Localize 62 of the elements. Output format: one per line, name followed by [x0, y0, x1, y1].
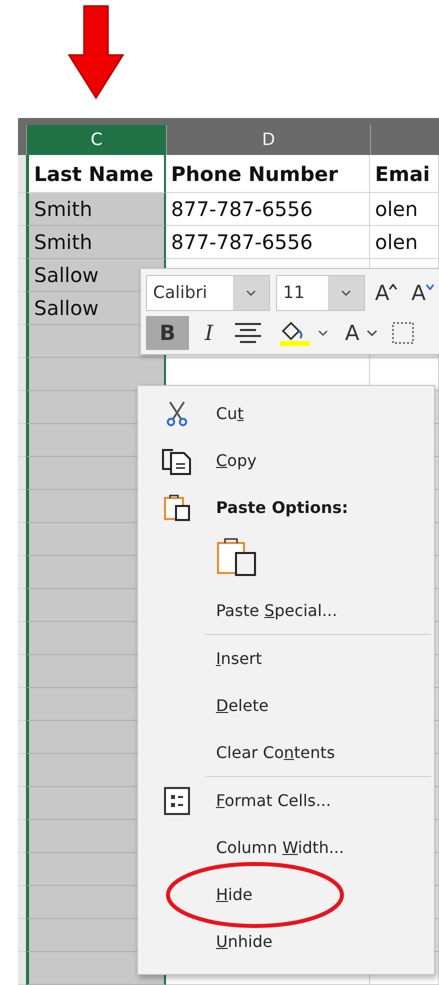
menu-item[interactable]: Cut — [216, 404, 244, 423]
row-header[interactable] — [18, 820, 26, 853]
row-header[interactable] — [18, 226, 26, 259]
column-header[interactable]: D — [166, 125, 370, 155]
row-header[interactable] — [18, 424, 26, 457]
chevron-icon — [367, 330, 378, 336]
menu-item[interactable]: Clear Contents — [216, 743, 335, 762]
chevron-icon — [340, 289, 352, 297]
clipboard-icon — [162, 494, 192, 522]
menu-item[interactable]: Unhide — [216, 932, 272, 951]
row-header[interactable] — [18, 622, 26, 655]
font-size-dropdown[interactable]: 11 — [276, 275, 365, 311]
row-header[interactable] — [18, 721, 26, 754]
caret-icon — [426, 284, 434, 290]
column-header[interactable]: C — [26, 125, 166, 155]
scissors-icon — [166, 400, 188, 426]
table-cell: Smith — [26, 193, 166, 226]
row-header[interactable] — [18, 155, 26, 193]
row-header[interactable] — [18, 655, 26, 688]
row-header[interactable] — [18, 919, 26, 952]
menu-item[interactable]: Column Width... — [216, 838, 344, 857]
row-header[interactable] — [18, 787, 26, 820]
font-color-button[interactable]: A — [341, 316, 382, 350]
column-heading-cell: Emai — [370, 155, 439, 193]
copy-icon — [161, 446, 193, 474]
italic-button[interactable]: I — [195, 316, 223, 350]
menu-heading: Paste Options: — [216, 498, 348, 517]
row-header[interactable] — [18, 259, 26, 292]
bold-button[interactable]: B — [146, 316, 189, 350]
menu-item[interactable]: Copy — [216, 451, 257, 470]
table-cell: Smith — [26, 226, 166, 259]
row-header[interactable] — [18, 853, 26, 886]
row-header[interactable] — [18, 556, 26, 589]
row-header[interactable] — [18, 490, 26, 523]
format-cells-icon — [164, 786, 190, 814]
menu-item[interactable]: Hide — [216, 885, 252, 904]
row-header[interactable] — [18, 391, 26, 424]
menu-item[interactable]: Paste Special... — [216, 601, 338, 620]
menu-item[interactable]: Delete — [216, 696, 269, 715]
font-name-dropdown[interactable]: Calibri — [146, 275, 270, 311]
row-header[interactable] — [18, 952, 26, 985]
table-cell: 877-787-6556 — [166, 193, 370, 226]
row-header[interactable] — [18, 325, 26, 358]
table-cell: 877-787-6556 — [166, 226, 370, 259]
row-header[interactable] — [18, 523, 26, 556]
chevron-icon — [245, 289, 257, 297]
menu-item[interactable]: Format Cells... — [216, 791, 331, 810]
caret-icon — [389, 284, 398, 290]
row-header[interactable] — [18, 886, 26, 919]
row-header[interactable] — [18, 292, 26, 325]
table-cell: olen — [370, 226, 439, 259]
shrink-font-button[interactable]: A — [407, 276, 438, 310]
menu-item[interactable]: Insert — [216, 649, 262, 668]
column-heading-cell: Phone Number — [166, 155, 370, 193]
row-header[interactable] — [18, 688, 26, 721]
row-header[interactable] — [18, 193, 26, 226]
row-header[interactable] — [18, 457, 26, 490]
row-header[interactable] — [18, 754, 26, 787]
row-header[interactable] — [18, 358, 26, 391]
table-cell: olen — [370, 193, 439, 226]
row-header[interactable] — [18, 589, 26, 622]
grow-font-button[interactable]: A — [371, 276, 402, 310]
